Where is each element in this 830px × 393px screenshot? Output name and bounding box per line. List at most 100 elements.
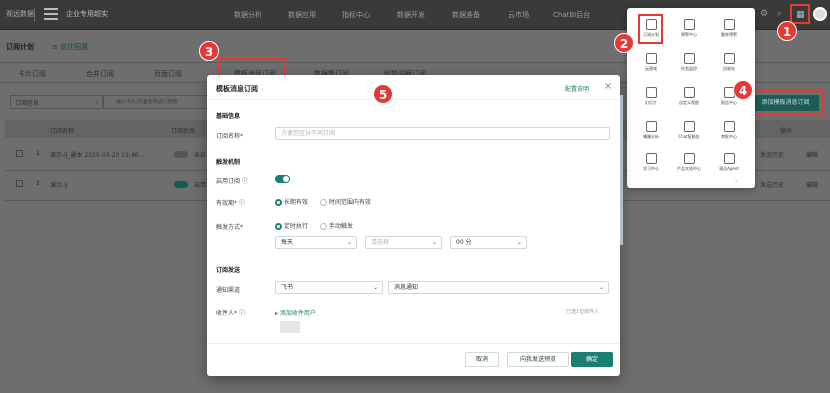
gear-icon[interactable]: ⚙ (760, 9, 768, 19)
app-label: 嘴嘴分析 (643, 134, 659, 139)
subscription-name-input[interactable]: 方便您区分不同订阅 (275, 127, 610, 140)
launcher-app[interactable]: Chat智能佐 (673, 118, 705, 150)
launcher-app[interactable]: 回收站 (713, 50, 745, 82)
app-label: 题库预警 (721, 32, 737, 37)
history-link[interactable]: 发送历史 (760, 150, 784, 159)
app-icon (683, 121, 695, 132)
config-link[interactable]: ≡ 前往配置 (52, 42, 88, 52)
launcher-app[interactable]: 订阅计划 (635, 16, 667, 48)
step-badge: 4 (733, 80, 753, 100)
help-link[interactable]: 配置说明 (565, 84, 589, 93)
launcher-app[interactable]: 审批中心 (713, 118, 745, 150)
avatar[interactable] (813, 7, 827, 21)
section-trigger: 触发机制 (216, 159, 241, 166)
launcher-app[interactable]: 自定义视图 (673, 84, 705, 116)
confirm-button[interactable]: 确定 (571, 352, 613, 367)
channel-label: 通知渠道 (216, 287, 241, 294)
edit-link[interactable]: 编辑 (806, 150, 818, 159)
chevron-down-icon: ⌄ (431, 239, 437, 246)
name-label: 订阅名称* (216, 133, 244, 140)
message-type-select[interactable]: 消息通知 ⌄ (388, 281, 609, 294)
minute-select[interactable]: 00 分 ⌄ (450, 236, 527, 249)
launcher-app[interactable]: 嘴嘴分析 (635, 118, 667, 150)
search-icon[interactable]: ⌕ (777, 9, 781, 19)
nav-item[interactable]: ChatBI后台 (553, 10, 590, 20)
chevron-right-icon[interactable]: › (735, 178, 737, 185)
divider (34, 8, 35, 22)
column-header: 操作 (780, 128, 793, 135)
app-icon (683, 87, 695, 98)
cancel-button[interactable]: 取消 (465, 352, 499, 367)
channel-select[interactable]: 飞书 ⌄ (275, 281, 383, 294)
launcher-app[interactable]: 云观域 (635, 50, 667, 82)
apps-launcher-button[interactable]: ▦ (790, 4, 810, 24)
scrollbar[interactable] (620, 95, 623, 245)
step-badge: 1 (777, 21, 797, 41)
launcher-app[interactable]: 学习中心 (635, 150, 667, 182)
frequency-select[interactable]: 每天 ⌄ (275, 236, 357, 249)
launcher-app[interactable]: 观远Agent (713, 150, 745, 182)
app-icon (645, 53, 657, 64)
table-row[interactable]: 演示-ij (50, 180, 68, 189)
app-label: 自定义视图 (679, 100, 699, 105)
validity-radio-range[interactable]: 时间范围内有效 (320, 197, 371, 206)
app-icon (683, 153, 695, 164)
search-input[interactable]: 输入卡片/页面名称进行搜索 (103, 95, 208, 109)
divider (207, 99, 620, 100)
nav-item[interactable]: 云市场 (508, 10, 529, 20)
close-icon[interactable]: × (604, 81, 612, 92)
send-preview-button[interactable]: 向我发送预览 (507, 352, 569, 367)
logo: 观远数据 (6, 10, 34, 18)
chevron-down-icon: ⌄ (598, 284, 604, 291)
dialog-title: 模板消息订阅 (216, 85, 258, 93)
add-template-subscription-button[interactable]: 添加模板消息订阅 (752, 95, 819, 111)
tab-page-subscription[interactable]: 页面订阅 (154, 69, 182, 79)
grid-icon: ▦ (796, 10, 805, 20)
launcher-app[interactable]: 预警中心 (673, 16, 705, 48)
app-icon (723, 19, 735, 30)
filter-select[interactable]: 订阅信息 ⌄ (10, 95, 103, 109)
chevron-down-icon: ⌄ (372, 284, 378, 291)
app-label: 订阅计划 (643, 32, 659, 37)
nav-item[interactable]: 数据分析 (234, 10, 262, 20)
step-badge: 3 (199, 41, 219, 61)
tab-card-subscription[interactable]: 卡片订阅 (18, 69, 46, 79)
recipient-count: 已选1位收件人 (566, 309, 600, 315)
column-header: 订阅状态 (171, 128, 196, 135)
app-label: Chat智能佐 (678, 134, 700, 139)
nav-item[interactable]: 数据准备 (452, 10, 480, 20)
app-icon (645, 153, 657, 164)
nav-item[interactable]: 数据应用 (288, 10, 316, 20)
edit-link[interactable]: 编辑 (806, 180, 818, 189)
trigger-radio-scheduled[interactable]: 定时执行 (275, 221, 308, 230)
add-recipient-link[interactable]: ▸ 添加收件用户 (275, 308, 316, 317)
validity-label: 有效期* ⓘ (216, 200, 245, 207)
tab-merge-subscription[interactable]: 合并订阅 (86, 69, 114, 79)
section-basic: 基础信息 (216, 113, 241, 120)
toggle[interactable] (174, 151, 188, 158)
row-checkbox[interactable] (16, 150, 23, 157)
app-icon (683, 53, 695, 64)
row-checkbox[interactable] (16, 180, 23, 187)
history-link[interactable]: 发送历史 (760, 180, 784, 189)
app-icon (723, 53, 735, 64)
chevron-down-icon: ⌄ (516, 239, 522, 246)
nav-item[interactable]: 数据开发 (397, 10, 425, 20)
enable-toggle[interactable] (275, 175, 290, 183)
launcher-app[interactable]: 任务监控 (673, 50, 705, 82)
trigger-radio-manual[interactable]: 手动触发 (320, 221, 353, 230)
app-label: 报告中心 (721, 100, 737, 105)
app-label: 审批中心 (721, 134, 737, 139)
app-title: 企业专用超实 (66, 10, 108, 18)
recipient-avatar (280, 321, 300, 333)
launcher-app[interactable]: 题库预警 (713, 16, 745, 48)
nav-item[interactable]: 指标中心 (342, 10, 370, 20)
launcher-app[interactable]: 产品文档中心 (673, 150, 705, 182)
table-row[interactable]: 演示-ij_副本 2025-03-20 13:46... (50, 150, 144, 159)
toggle[interactable] (174, 181, 188, 188)
app-icon (683, 19, 695, 30)
validity-radio-long[interactable]: 长期有效 (275, 197, 308, 206)
hour-select[interactable]: 请选择 ⌄ (365, 236, 442, 249)
menu-icon[interactable] (44, 8, 58, 20)
launcher-app[interactable]: 幻灯片 (635, 84, 667, 116)
